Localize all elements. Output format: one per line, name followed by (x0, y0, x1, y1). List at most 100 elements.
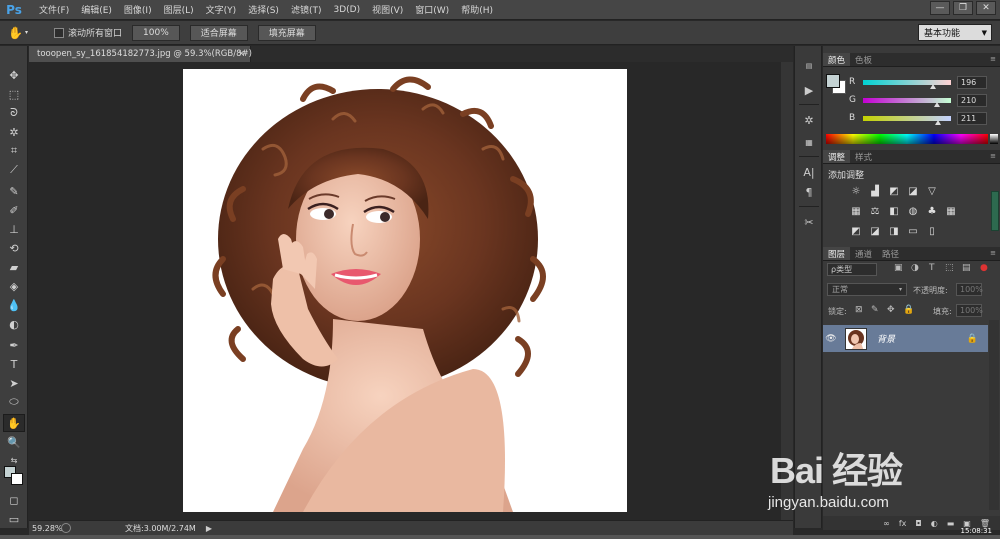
path-select-tool-icon[interactable]: ➤ (3, 374, 25, 392)
pen-tool-icon[interactable]: ✒ (3, 336, 25, 354)
slider-knob[interactable] (934, 101, 941, 107)
curves-icon[interactable]: ◩ (887, 185, 901, 197)
status-menu-arrow-icon[interactable]: ▶ (206, 524, 212, 533)
hand-tool-icon[interactable]: ✋ (3, 414, 25, 432)
menu-select[interactable]: 选择(S) (242, 3, 285, 16)
zoom-level[interactable]: 59.28% (29, 524, 63, 533)
lasso-tool-icon[interactable]: ᘐ (3, 104, 25, 122)
restore-button[interactable]: ❐ (953, 1, 973, 15)
paint-bucket-tool-icon[interactable]: ◈ (3, 277, 25, 295)
tab-paths[interactable]: 路径 (877, 247, 904, 260)
tab-layers[interactable]: 图层 (823, 247, 851, 260)
posterize-icon[interactable]: ◪ (868, 225, 882, 237)
brush-tool-icon[interactable]: ✐ (3, 201, 25, 219)
green-slider[interactable] (863, 97, 951, 107)
type-tool-icon[interactable]: T (3, 355, 25, 373)
menu-filter[interactable]: 滤镜(T) (285, 3, 328, 16)
actions-play-icon[interactable]: ▶ (799, 82, 819, 98)
filter-smart-object-icon[interactable]: ▤ (962, 263, 971, 273)
panel-menu-icon[interactable]: ≡ (990, 152, 996, 160)
blur-tool-icon[interactable]: 💧 (3, 296, 25, 314)
healing-brush-tool-icon[interactable]: ✎ (3, 182, 25, 200)
layer-name[interactable]: 背景 (877, 332, 895, 345)
scroll-all-windows-option[interactable]: 滚动所有窗口 (54, 26, 122, 39)
lock-transparent-icon[interactable]: ⊠ (855, 305, 863, 315)
threshold-icon[interactable]: ◨ (887, 225, 901, 237)
filter-pixel-icon[interactable]: ▣ (894, 263, 903, 273)
color-balance-icon[interactable]: ⚖ (868, 205, 882, 217)
menu-type[interactable]: 文字(Y) (200, 3, 243, 16)
minimize-button[interactable]: — (930, 1, 950, 15)
history-panel-icon[interactable]: ▤ (799, 58, 819, 74)
vertical-scrollbar[interactable] (781, 62, 793, 520)
paragraph-panel-icon[interactable]: ¶ (799, 184, 819, 200)
menu-layer[interactable]: 图层(L) (158, 3, 200, 16)
layer-row[interactable]: 👁 背景 🔒 (823, 325, 988, 352)
eraser-tool-icon[interactable]: ▰ (3, 258, 25, 276)
opacity-value[interactable]: 100% (956, 283, 983, 296)
green-value[interactable]: 210 (957, 93, 987, 107)
stamp-tool-icon[interactable]: ⊥ (3, 220, 25, 238)
tool-presets-icon[interactable]: ✂ (799, 214, 819, 230)
filter-type-icon[interactable]: T (929, 263, 935, 273)
visibility-eye-icon[interactable]: 👁 (823, 334, 839, 344)
brightness-icon[interactable]: ☼ (849, 185, 863, 197)
black-white-ramp[interactable] (990, 134, 998, 144)
character-panel-icon[interactable]: A| (799, 164, 819, 180)
fill-screen-button[interactable]: 填充屏幕 (257, 24, 316, 41)
clone-source-icon[interactable]: ▦ (799, 134, 819, 150)
panel-menu-icon[interactable]: ≡ (990, 249, 996, 257)
lock-all-icon[interactable]: 🔒 (903, 305, 914, 315)
screen-mode-icon[interactable]: ▭ (3, 510, 25, 528)
new-adjustment-icon[interactable]: ◐ (931, 519, 938, 528)
zoom-100-button[interactable]: 100% (132, 24, 180, 41)
layers-scrollbar[interactable] (989, 320, 999, 510)
tab-adjustments[interactable]: 调整 (823, 150, 851, 163)
levels-icon[interactable]: ▟ (868, 185, 882, 197)
fit-screen-button[interactable]: 适合屏幕 (189, 24, 248, 41)
quick-mask-icon[interactable]: ◻ (3, 491, 25, 509)
eyedropper-tool-icon[interactable]: ⟋ (3, 161, 25, 179)
color-spectrum[interactable] (826, 134, 988, 144)
blue-value[interactable]: 211 (957, 111, 987, 125)
photo-filter-icon[interactable]: ◍ (906, 205, 920, 217)
vibrance-icon[interactable]: ▽ (925, 185, 939, 197)
history-brush-tool-icon[interactable]: ⟲ (3, 239, 25, 257)
panel-menu-icon[interactable]: ≡ (990, 55, 996, 63)
adjustments-scrollbar[interactable] (991, 191, 999, 231)
red-value[interactable]: 196 (957, 75, 987, 89)
document-tab[interactable]: tooopen_sy_161854182773.jpg @ 59.3%(RGB/… (29, 46, 252, 62)
tab-styles[interactable]: 样式 (850, 150, 877, 163)
menu-image[interactable]: 图像(I) (118, 3, 158, 16)
add-mask-icon[interactable]: ◘ (915, 519, 921, 528)
shape-tool-icon[interactable]: ⬭ (3, 393, 25, 411)
tab-color[interactable]: 颜色 (823, 53, 851, 66)
background-color-swatch[interactable] (11, 473, 23, 485)
selective-color-icon[interactable]: ▯ (925, 225, 939, 237)
fx-icon[interactable]: fx (899, 519, 907, 528)
hue-saturation-icon[interactable]: ▦ (849, 205, 863, 217)
hand-tool-preset[interactable]: ✋ ▾ (8, 23, 42, 43)
new-group-icon[interactable]: ▬ (947, 519, 955, 528)
zoom-tool-icon[interactable]: 🔍 (3, 433, 25, 451)
close-tab-icon[interactable]: × (238, 49, 245, 59)
menu-window[interactable]: 窗口(W) (409, 3, 455, 16)
lock-position-icon[interactable]: ✥ (887, 305, 895, 315)
channel-mixer-icon[interactable]: ♣ (925, 205, 939, 217)
crop-tool-icon[interactable]: ⌗ (3, 142, 25, 160)
magic-wand-tool-icon[interactable]: ✲ (3, 123, 25, 141)
blue-slider[interactable] (863, 115, 951, 125)
menu-help[interactable]: 帮助(H) (455, 3, 499, 16)
invert-icon[interactable]: ◩ (849, 225, 863, 237)
move-tool-icon[interactable]: ✥ (3, 66, 25, 84)
menu-file[interactable]: 文件(F) (33, 3, 75, 16)
menu-view[interactable]: 视图(V) (366, 3, 409, 16)
brush-presets-icon[interactable]: ✲ (799, 112, 819, 128)
exposure-icon[interactable]: ◪ (906, 185, 920, 197)
color-lookup-icon[interactable]: ▦ (944, 205, 958, 217)
slider-knob[interactable] (935, 119, 942, 125)
fill-value[interactable]: 100% (956, 304, 983, 317)
color-foreground-swatch[interactable] (826, 74, 840, 88)
link-layers-icon[interactable]: ∞ (883, 519, 890, 528)
status-circle-icon[interactable] (61, 523, 71, 533)
